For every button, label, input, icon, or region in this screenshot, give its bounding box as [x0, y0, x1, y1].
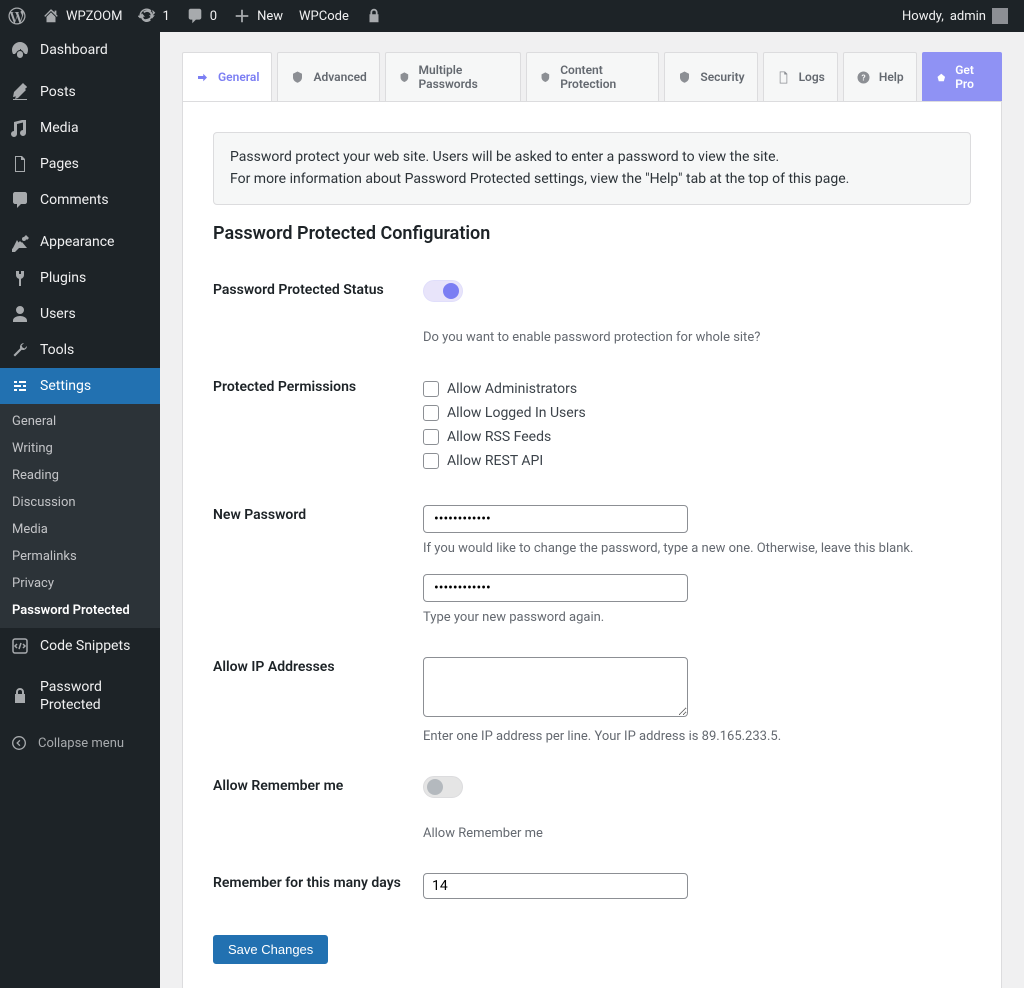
days-label: Remember for this many days [213, 857, 423, 915]
info-notice: Password protect your web site. Users wi… [213, 132, 971, 205]
menu-media[interactable]: Media [0, 110, 160, 146]
remember-toggle[interactable] [423, 776, 463, 798]
wpcode-link[interactable]: WPCode [291, 0, 357, 32]
avatar [992, 8, 1008, 24]
confirm-desc: Type your new password again. [423, 610, 971, 625]
menu-code-snippets[interactable]: Code Snippets [0, 628, 160, 664]
new-content-link[interactable]: New [225, 0, 291, 32]
allow-users-row[interactable]: Allow Logged In Users [423, 401, 971, 425]
tab-logs[interactable]: Logs [763, 52, 838, 101]
updates-link[interactable]: 1 [130, 0, 177, 32]
menu-settings[interactable]: Settings [0, 368, 160, 404]
allow-rss-row[interactable]: Allow RSS Feeds [423, 425, 971, 449]
comments-count: 0 [210, 9, 217, 24]
tab-multiple-passwords[interactable]: Multiple Passwords [385, 52, 522, 101]
allow-ip-textarea[interactable] [423, 657, 688, 717]
status-desc: Do you want to enable password protectio… [423, 330, 971, 345]
tabs-nav: General Advanced Multiple Passwords Cont… [182, 52, 1002, 101]
status-toggle[interactable] [423, 280, 463, 302]
menu-password-protected[interactable]: Password Protected [0, 670, 160, 722]
wp-logo[interactable] [0, 0, 34, 32]
new-password-input[interactable] [423, 505, 688, 533]
submenu-privacy[interactable]: Privacy [0, 570, 160, 597]
tab-advanced[interactable]: Advanced [277, 52, 379, 101]
settings-submenu: General Writing Reading Discussion Media… [0, 404, 160, 628]
menu-dashboard[interactable]: Dashboard [0, 32, 160, 68]
tab-security[interactable]: Security [664, 52, 757, 101]
submenu-password-protected[interactable]: Password Protected [0, 597, 160, 624]
remember-label: Allow Remember me [213, 760, 423, 857]
collapse-menu[interactable]: Collapse menu [0, 726, 160, 760]
settings-panel: Password protect your web site. Users wi… [182, 101, 1002, 988]
menu-appearance[interactable]: Appearance [0, 224, 160, 260]
submenu-permalinks[interactable]: Permalinks [0, 543, 160, 570]
menu-comments[interactable]: Comments [0, 182, 160, 218]
tab-general[interactable]: General [182, 52, 272, 101]
main-content: General Advanced Multiple Passwords Cont… [160, 32, 1024, 988]
menu-pages[interactable]: Pages [0, 146, 160, 182]
submenu-media[interactable]: Media [0, 516, 160, 543]
remember-desc: Allow Remember me [423, 826, 971, 841]
confirm-password-input[interactable] [423, 574, 688, 602]
allow-rss-checkbox[interactable] [423, 429, 439, 445]
allow-users-checkbox[interactable] [423, 405, 439, 421]
menu-tools[interactable]: Tools [0, 332, 160, 368]
allowip-desc: Enter one IP address per line. Your IP a… [423, 729, 971, 744]
lock-icon[interactable] [357, 0, 391, 32]
site-name: WPZOOM [66, 9, 122, 24]
allow-admins-row[interactable]: Allow Administrators [423, 377, 971, 401]
newpass-desc: If you would like to change the password… [423, 541, 971, 556]
menu-posts[interactable]: Posts [0, 74, 160, 110]
submenu-general[interactable]: General [0, 408, 160, 435]
submenu-discussion[interactable]: Discussion [0, 489, 160, 516]
svg-text:?: ? [861, 73, 865, 83]
tab-content-protection[interactable]: Content Protection [526, 52, 659, 101]
permissions-label: Protected Permissions [213, 361, 423, 489]
tab-help[interactable]: ?Help [843, 52, 917, 101]
my-account-link[interactable]: Howdy, admin [894, 0, 1016, 32]
status-label: Password Protected Status [213, 264, 423, 361]
new-label: New [257, 9, 283, 24]
menu-plugins[interactable]: Plugins [0, 260, 160, 296]
admin-bar: WPZOOM 1 0 New WPCode Howdy, admin [0, 0, 1024, 32]
submenu-writing[interactable]: Writing [0, 435, 160, 462]
tab-get-pro[interactable]: Get Pro [922, 52, 1002, 101]
days-input[interactable] [423, 873, 688, 899]
updates-count: 1 [162, 9, 169, 24]
allow-admins-checkbox[interactable] [423, 381, 439, 397]
comments-link[interactable]: 0 [178, 0, 225, 32]
submenu-reading[interactable]: Reading [0, 462, 160, 489]
site-name-link[interactable]: WPZOOM [34, 0, 130, 32]
allowip-label: Allow IP Addresses [213, 641, 423, 760]
allow-rest-row[interactable]: Allow REST API [423, 449, 971, 473]
page-title: Password Protected Configuration [213, 223, 971, 244]
save-button[interactable]: Save Changes [213, 935, 328, 964]
newpass-label: New Password [213, 489, 423, 641]
menu-users[interactable]: Users [0, 296, 160, 332]
admin-sidebar: Dashboard Posts Media Pages Comments App… [0, 32, 160, 988]
allow-rest-checkbox[interactable] [423, 453, 439, 469]
